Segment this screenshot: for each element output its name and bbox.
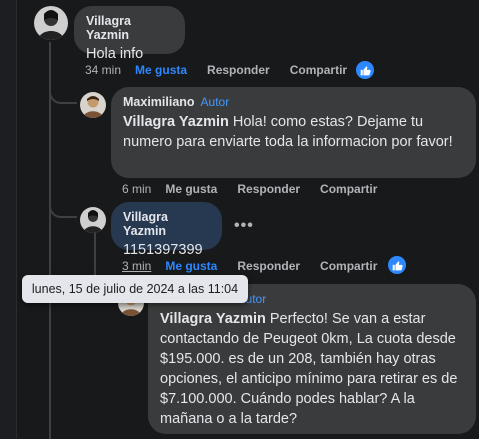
comment-actions: 6 min Me gusta Responder Compartir [122,182,397,196]
reply-button[interactable]: Responder [237,259,300,273]
comment-text: Villagra Yazmin Perfecto! Se van a estar… [160,311,458,427]
share-button[interactable]: Compartir [290,63,347,77]
timestamp-tooltip: lunes, 15 de julio de 2024 a las 11:04 [22,275,248,303]
avatar[interactable] [80,92,106,118]
comment-time[interactable]: 6 min [122,182,151,196]
left-panel-edge [0,0,16,439]
comment-time[interactable]: 3 min [122,259,151,273]
thread-connector [49,200,77,218]
share-button[interactable]: Compartir [320,182,377,196]
reply-button[interactable]: Responder [207,63,270,77]
like-button[interactable]: Me gusta [165,182,217,196]
comment-author[interactable]: Maximiliano Autor [123,95,464,109]
thread-line [49,42,51,439]
like-reaction-icon[interactable] [356,61,374,79]
reply-button[interactable]: Responder [237,182,300,196]
comment-actions: 3 min Me gusta Responder Compartir [122,259,397,273]
share-button[interactable]: Compartir [320,259,377,273]
like-button[interactable]: Me gusta [135,63,187,77]
comment-author[interactable]: Villagra Yazmin [86,14,173,42]
author-badge: Autor [200,95,230,109]
mention-link[interactable]: Villagra Yazmin [160,311,266,327]
comment-text: Hola info [86,46,144,62]
mention-link[interactable]: Villagra Yazmin [123,114,229,130]
comment-bubble: Villagra Yazmin 1151397399 [111,202,222,258]
panel-divider [16,0,17,439]
comment-bubble: Maximiliano Autor Villagra Yazmin Hola! … [111,87,476,178]
comment-author[interactable]: Villagra Yazmin [123,210,210,238]
thread-connector [49,84,77,104]
avatar[interactable] [80,207,106,233]
like-reaction-icon[interactable] [388,256,406,274]
comment-time[interactable]: 34 min [85,63,121,77]
like-button[interactable]: Me gusta [165,259,217,273]
more-options-icon[interactable]: ••• [234,217,254,235]
comment-bubble: Maximiliano Autor Villagra Yazmin Perfec… [148,284,476,434]
avatar[interactable] [34,6,68,40]
comment-bubble: Villagra Yazmin Hola info [74,6,185,62]
comment-actions: 34 min Me gusta Responder Compartir [85,63,367,77]
comment-text: Villagra Yazmin Hola! como estas? Dejame… [123,114,453,150]
comment-text: 1151397399 [123,242,203,258]
